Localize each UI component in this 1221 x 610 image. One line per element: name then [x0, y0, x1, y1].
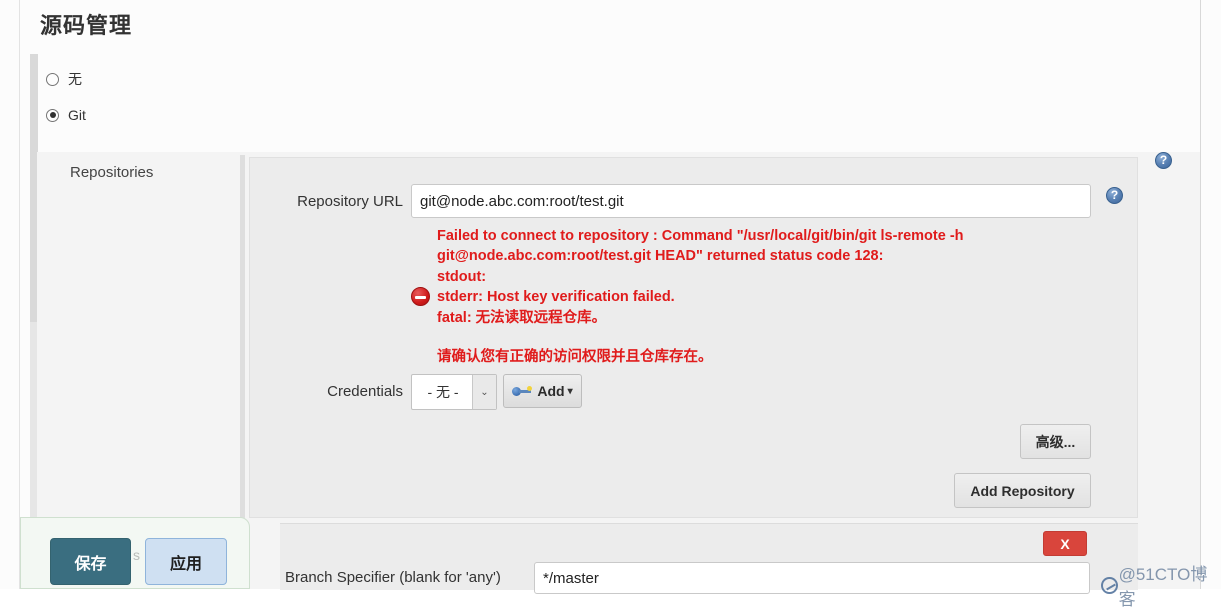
- chevron-down-icon[interactable]: ⌄: [472, 375, 496, 409]
- save-button[interactable]: 保存: [50, 538, 131, 585]
- add-credentials-label: Add: [537, 383, 565, 399]
- radio-none-icon[interactable]: [46, 72, 59, 86]
- section-label-repositories: Repositories: [70, 164, 154, 181]
- page-right-border: [1200, 0, 1201, 589]
- credentials-select[interactable]: - 无 - ⌄: [411, 374, 497, 410]
- watermark-logo-icon: [1101, 576, 1118, 594]
- advanced-button[interactable]: 高级...: [1020, 424, 1091, 459]
- watermark: @51CTO博客: [1101, 560, 1221, 610]
- radio-option-git[interactable]: Git: [46, 107, 86, 123]
- radio-git-icon[interactable]: [46, 108, 59, 122]
- chevron-down-icon: ▾: [567, 385, 573, 397]
- page-title: 源码管理: [40, 13, 133, 38]
- branch-specifier-label: Branch Specifier (blank for 'any'): [285, 569, 501, 586]
- help-icon[interactable]: ?: [1155, 152, 1172, 169]
- add-repository-button[interactable]: Add Repository: [954, 473, 1091, 508]
- key-icon: [512, 385, 533, 397]
- radio-git-label: Git: [68, 107, 86, 123]
- remove-button[interactable]: X: [1043, 531, 1087, 556]
- radio-option-none[interactable]: 无: [46, 69, 82, 89]
- watermark-text: @51CTO博客: [1118, 565, 1208, 609]
- scm-config-page: 源码管理 无 Git Repositories Repository URL ?…: [0, 0, 1221, 609]
- repository-url-input[interactable]: [411, 184, 1091, 218]
- add-credentials-button[interactable]: Add ▾: [503, 374, 582, 408]
- repository-url-label: Repository URL: [297, 193, 403, 210]
- page-left-border: [19, 0, 20, 589]
- error-message: Failed to connect to repository : Comman…: [437, 228, 964, 326]
- occluded-label: s: [133, 547, 140, 563]
- credentials-select-value: - 无 -: [427, 384, 459, 400]
- radio-none-label: 无: [68, 71, 82, 87]
- error-circle-icon: [411, 287, 430, 306]
- help-icon[interactable]: ?: [1106, 187, 1123, 204]
- apply-button[interactable]: 应用: [145, 538, 227, 585]
- credentials-label: Credentials: [327, 383, 403, 400]
- error-hint: 请确认您有正确的访问权限并且仓库存在。: [437, 349, 713, 365]
- branch-specifier-input[interactable]: [534, 562, 1090, 594]
